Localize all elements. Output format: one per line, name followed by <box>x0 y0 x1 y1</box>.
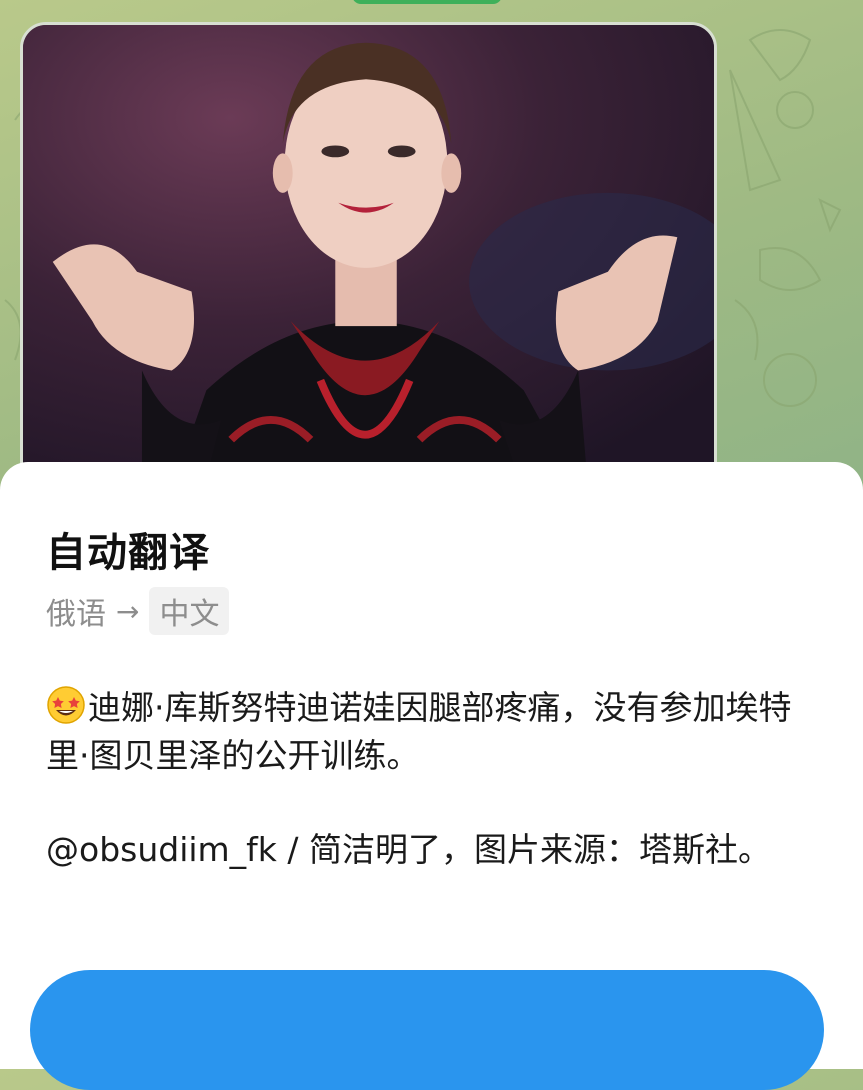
translated-text-paragraph-1: 迪娜·库斯努特迪诺娃因腿部疼痛，没有参加埃特里·图贝里泽的公开训练。 <box>46 684 816 780</box>
source-language: 俄语 <box>46 597 106 632</box>
message-photo[interactable] <box>20 22 717 492</box>
close-translation-button[interactable] <box>30 970 824 1090</box>
target-language-selector[interactable]: 中文 <box>149 587 230 635</box>
figure-skater-photo <box>23 25 714 489</box>
translated-text-paragraph-2: @obsudiim_fk / 简洁明了，图片来源：塔斯社。 <box>46 830 772 869</box>
arrow-right-icon: → <box>116 594 140 628</box>
sheet-title: 自动翻译 <box>46 530 210 576</box>
top-indicator <box>352 0 502 4</box>
star-struck-emoji-icon <box>47 686 85 724</box>
language-row: 俄语 → 中文 <box>46 587 230 635</box>
paragraph-1-text: 迪娜·库斯努特迪诺娃因腿部疼痛，没有参加埃特里·图贝里泽的公开训练。 <box>46 688 792 775</box>
